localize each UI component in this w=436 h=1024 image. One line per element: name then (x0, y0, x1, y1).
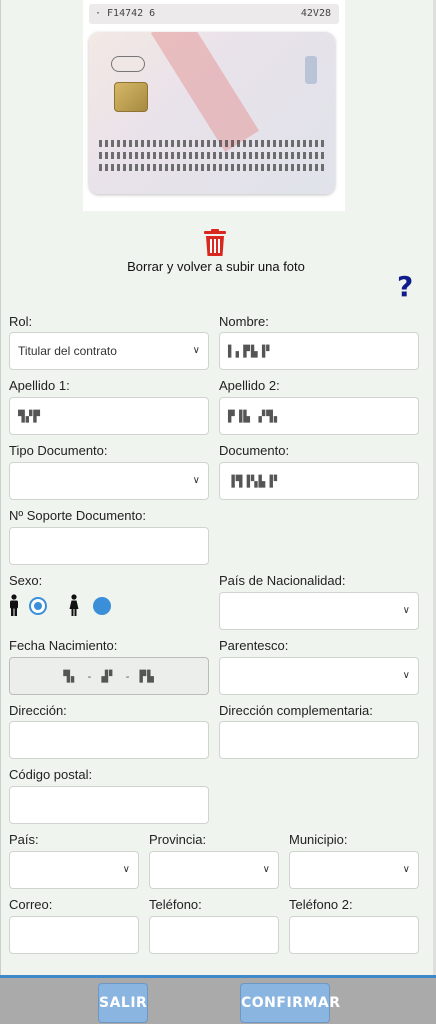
documento-input[interactable]: ▐▜▐▚▙▐▘ (219, 462, 419, 500)
parentesco-select[interactable]: ∨ (219, 657, 419, 695)
soporte-input[interactable] (9, 527, 209, 565)
id-card-image (89, 32, 335, 194)
form-panel: · F14742 6 42V28 Borrar y volver a subir… (0, 0, 436, 975)
reupload-photo-link[interactable]: Borrar y volver a subir una foto (1, 259, 431, 274)
correo-label: Correo: (9, 897, 53, 912)
chevron-down-icon: ∨ (402, 864, 410, 875)
fecha-nacimiento-label: Fecha Nacimiento: (9, 638, 118, 653)
card-mrz-line (99, 140, 325, 147)
apellido2-value: ▛▐▙ ▞▜▖ (228, 410, 282, 423)
direccion-complementaria-input[interactable] (219, 721, 419, 759)
apellido1-value: ▜▞▛ (18, 410, 41, 423)
strip-left-text: · F14742 6 (95, 8, 156, 19)
fecha-nacimiento-value: ▜▖ - ▟▘ - ▛▙ (63, 670, 155, 683)
codigo-postal-input[interactable] (9, 786, 209, 824)
nombre-label: Nombre: (219, 314, 269, 329)
tipo-documento-select[interactable]: ∨ (9, 462, 209, 500)
apellido1-input[interactable]: ▜▞▛ (9, 397, 209, 435)
chevron-down-icon: ∨ (192, 345, 200, 356)
strip-right-text: 42V28 (300, 8, 331, 19)
chevron-down-icon: ∨ (192, 475, 200, 486)
nombre-value: ▌▖▛▙▐▘ (228, 345, 274, 358)
chevron-down-icon: ∨ (402, 605, 410, 616)
sexo-female-radio[interactable] (93, 597, 111, 615)
chevron-down-icon: ∨ (402, 670, 410, 681)
parentesco-label: Parentesco: (219, 638, 289, 653)
card-stripe (150, 32, 260, 152)
telefono-label: Teléfono: (149, 897, 202, 912)
fecha-nacimiento-field: ▜▖ - ▟▘ - ▛▙ (9, 657, 209, 695)
card-tag (111, 56, 145, 72)
nombre-input[interactable]: ▌▖▛▙▐▘ (219, 332, 419, 370)
municipio-select[interactable]: ∨ (289, 851, 419, 889)
telefono2-label: Teléfono 2: (289, 897, 353, 912)
pais-nacionalidad-label: País de Nacionalidad: (219, 573, 346, 588)
rol-value: Titular del contrato (18, 344, 117, 358)
telefono-input[interactable] (149, 916, 279, 954)
provincia-label: Provincia: (149, 832, 207, 847)
trash-icon[interactable] (203, 229, 227, 257)
sexo-radio-group (9, 594, 129, 618)
footer-bar (0, 975, 436, 1024)
apellido2-input[interactable]: ▛▐▙ ▞▜▖ (219, 397, 419, 435)
card-hologram (305, 56, 317, 84)
chevron-down-icon: ∨ (262, 864, 270, 875)
id-card-top-strip: · F14742 6 42V28 (89, 4, 339, 24)
pais-nacionalidad-select[interactable]: ∨ (219, 592, 419, 630)
confirmar-button[interactable]: CONFIRMAR (240, 983, 340, 1023)
card-chip (114, 82, 148, 112)
sexo-label: Sexo: (9, 573, 43, 588)
pais-label: País: (9, 832, 39, 847)
pais-select[interactable]: ∨ (9, 851, 139, 889)
salir-button[interactable]: SALIR (98, 983, 148, 1023)
soporte-label: Nº Soporte Documento: (9, 508, 146, 523)
card-mrz-line (99, 152, 325, 159)
help-icon[interactable]: ? (397, 270, 413, 303)
chevron-down-icon: ∨ (122, 864, 130, 875)
documento-label: Documento: (219, 443, 290, 458)
documento-value: ▐▜▐▚▙▐▘ (228, 475, 282, 488)
codigo-postal-label: Código postal: (9, 767, 93, 782)
apellido2-label: Apellido 2: (219, 378, 280, 393)
direccion-complementaria-label: Dirección complementaria: (219, 703, 373, 718)
card-mrz-line (99, 164, 325, 171)
female-icon (69, 594, 79, 616)
rol-select[interactable]: Titular del contrato ∨ (9, 332, 209, 370)
direccion-label: Dirección: (9, 703, 67, 718)
municipio-label: Municipio: (289, 832, 348, 847)
male-icon (10, 594, 18, 616)
document-photo: · F14742 6 42V28 (83, 0, 345, 211)
correo-input[interactable] (9, 916, 139, 954)
tipo-documento-label: Tipo Documento: (9, 443, 108, 458)
apellido1-label: Apellido 1: (9, 378, 70, 393)
telefono2-input[interactable] (289, 916, 419, 954)
direccion-input[interactable] (9, 721, 209, 759)
sexo-male-radio[interactable] (29, 597, 47, 615)
rol-label: Rol: (9, 314, 33, 329)
provincia-select[interactable]: ∨ (149, 851, 279, 889)
